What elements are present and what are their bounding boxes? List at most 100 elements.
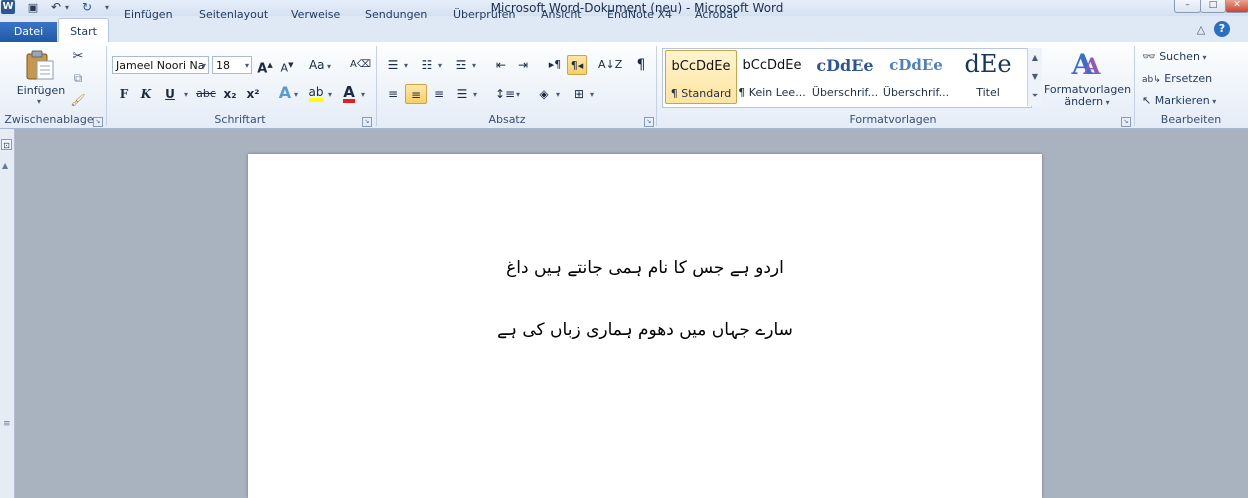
paste-button[interactable]: Einfügen <box>15 84 67 97</box>
italic-button[interactable]: K <box>138 84 154 104</box>
change-styles-button[interactable]: Formatvorlagen ändern ▾ <box>1044 84 1131 109</box>
font-color-icon[interactable]: A <box>340 82 358 103</box>
subscript-button[interactable]: x₂ <box>221 84 239 104</box>
sort-icon[interactable]: A↓Z <box>598 55 622 75</box>
rtl-direction-icon[interactable]: ¶◂ <box>567 55 587 75</box>
multilevel-dropdown-icon[interactable]: ▾ <box>472 61 476 70</box>
ruler-marker-icon[interactable]: ▲ <box>2 161 8 170</box>
tab-sendungen[interactable]: Sendungen <box>363 5 429 25</box>
change-case-button[interactable]: Aa ▾ <box>308 55 332 75</box>
underline-button[interactable]: U <box>162 84 178 104</box>
tab-acrobat[interactable]: Acrobat <box>693 5 739 25</box>
find-button[interactable]: 👓 Suchen ▾ <box>1142 49 1206 65</box>
select-label: Markieren <box>1154 94 1210 107</box>
format-painter-icon[interactable]: 🖌 <box>70 91 86 109</box>
replace-button[interactable]: ab↳ Ersetzen <box>1142 71 1212 87</box>
tab-start[interactable]: Start <box>58 18 109 43</box>
group-label-font: Schriftart <box>214 113 266 126</box>
text-effects-dropdown-icon[interactable]: ▾ <box>294 90 298 99</box>
cut-icon[interactable]: ✂ <box>70 48 86 66</box>
font-size-combo[interactable]: 18 ▾ <box>212 56 252 74</box>
tab-ansicht[interactable]: Ansicht <box>539 5 584 25</box>
tab-ueberpruefen[interactable]: Überprüfen <box>451 5 517 25</box>
superscript-button[interactable]: x² <box>244 84 262 104</box>
clear-formatting-icon[interactable]: A⌫ <box>350 55 371 75</box>
font-color-dropdown-icon[interactable]: ▾ <box>361 90 365 99</box>
line-spacing-icon[interactable]: ↕≡ <box>495 84 515 104</box>
change-styles-icon[interactable]: AA <box>1068 50 1104 81</box>
paste-icon[interactable] <box>24 49 56 81</box>
bullets-icon[interactable]: ☰ <box>384 55 402 75</box>
highlight-icon[interactable]: ab <box>306 82 326 102</box>
borders-dropdown-icon[interactable]: ▾ <box>590 90 594 99</box>
tab-seitenlayout[interactable]: Seitenlayout <box>197 5 270 25</box>
style-standard[interactable]: bCcDdEe ¶ Standard <box>665 50 737 104</box>
borders-icon[interactable]: ⊞ <box>570 84 588 104</box>
style-ueberschrift-1[interactable]: cDdEe Überschrif... <box>810 50 880 102</box>
align-center-icon[interactable]: ≡ <box>405 84 427 104</box>
clipboard-launcher-icon[interactable]: ↘ <box>93 117 103 127</box>
font-size-dropdown-icon[interactable]: ▾ <box>245 57 249 75</box>
find-dropdown-icon: ▾ <box>1199 53 1207 62</box>
paragraph-launcher-icon[interactable]: ↘ <box>644 117 654 127</box>
styles-launcher-icon[interactable]: ↘ <box>1121 117 1131 127</box>
highlight-dropdown-icon[interactable]: ▾ <box>328 90 332 99</box>
help-icon[interactable]: ? <box>1214 21 1230 37</box>
line-spacing-dropdown-icon[interactable]: ▾ <box>516 90 520 99</box>
justify-dropdown-icon[interactable]: ▾ <box>473 90 477 99</box>
shading-icon[interactable]: ◈ <box>534 84 554 104</box>
close-button[interactable]: ✕ <box>1225 0 1248 13</box>
increase-indent-icon[interactable]: ⇥ <box>514 55 532 75</box>
select-button[interactable]: ↖ Markieren ▾ <box>1142 93 1216 109</box>
ruler-grip-icon[interactable]: ≡ <box>3 419 11 429</box>
grow-font-icon[interactable]: A▲ <box>256 55 274 76</box>
tab-einfuegen[interactable]: Einfügen <box>122 5 175 25</box>
gallery-scroll-up-icon[interactable]: ▲ <box>1028 48 1042 67</box>
tab-endnote[interactable]: EndNote X4 <box>605 5 674 25</box>
bold-button[interactable]: F <box>116 84 132 104</box>
multilevel-list-icon[interactable]: ☲ <box>452 55 470 75</box>
replace-label: Ersetzen <box>1164 72 1213 85</box>
text-effects-icon[interactable]: A <box>276 83 294 103</box>
gallery-scroll-down-icon[interactable]: ▼ <box>1028 67 1042 86</box>
justify-icon[interactable]: ☰ <box>453 84 471 104</box>
bullets-dropdown-icon[interactable]: ▾ <box>404 61 408 70</box>
align-right-icon[interactable]: ≡ <box>430 84 448 104</box>
strikethrough-button[interactable]: abc <box>196 84 216 104</box>
show-formatting-icon[interactable]: ¶ <box>632 55 650 75</box>
change-case-dropdown-icon: ▾ <box>324 62 332 71</box>
document-line-2[interactable]: سارے جہاں میں دھوم ہماری زباں کی ہے <box>248 319 1042 340</box>
align-left-icon[interactable]: ≡ <box>384 84 402 104</box>
style-titel[interactable]: dEe Titel <box>952 50 1024 102</box>
select-dropdown-icon: ▾ <box>1209 97 1217 106</box>
tab-selector-icon[interactable]: ⊡ <box>1 139 12 150</box>
gallery-more-icon[interactable]: ⏷ <box>1028 86 1042 105</box>
binoculars-icon: 👓 <box>1142 50 1156 63</box>
font-name-dropdown-icon[interactable]: ▾ <box>202 57 206 75</box>
paste-dropdown-icon[interactable]: ▾ <box>37 97 41 106</box>
copy-icon[interactable]: ⧉ <box>70 69 86 87</box>
document-line-1[interactable]: اردو ہے جس کا نام ہمی جانتے ہیں داغ <box>248 257 1042 278</box>
numbering-icon[interactable]: ☷ <box>418 55 436 75</box>
gallery-scroll[interactable]: ▲ ▼ ⏷ <box>1027 48 1042 106</box>
decrease-indent-icon[interactable]: ⇤ <box>492 55 510 75</box>
font-launcher-icon[interactable]: ↘ <box>362 117 372 127</box>
shading-dropdown-icon[interactable]: ▾ <box>556 90 560 99</box>
maximize-button[interactable]: □ <box>1200 0 1226 13</box>
shrink-font-icon[interactable]: A▼ <box>278 55 296 75</box>
change-case-label: Aa <box>308 58 325 72</box>
style-kein-leerraum[interactable]: bCcDdEe ¶ Kein Lee... <box>738 50 806 102</box>
font-name-combo[interactable]: Jameel Noori Na ▾ <box>112 56 209 74</box>
underline-dropdown-icon[interactable]: ▾ <box>184 90 188 99</box>
numbering-dropdown-icon[interactable]: ▾ <box>438 61 442 70</box>
ribbon-minimize-icon[interactable]: △ <box>1194 23 1208 37</box>
tab-verweise[interactable]: Verweise <box>289 5 342 25</box>
minimize-button[interactable]: – <box>1174 0 1201 13</box>
tab-datei[interactable]: Datei <box>0 22 57 42</box>
style-ueberschrift-2[interactable]: cDdEe Überschrif... <box>882 50 950 102</box>
document-page[interactable]: اردو ہے جس کا نام ہمی جانتے ہیں داغ سارے… <box>248 154 1042 498</box>
replace-icon: ab↳ <box>1142 75 1161 85</box>
vertical-ruler[interactable]: ⊡ ▲ ≡ <box>0 129 15 498</box>
ltr-direction-icon[interactable]: ▸¶ <box>546 55 564 75</box>
style-name: Titel <box>976 86 1000 99</box>
